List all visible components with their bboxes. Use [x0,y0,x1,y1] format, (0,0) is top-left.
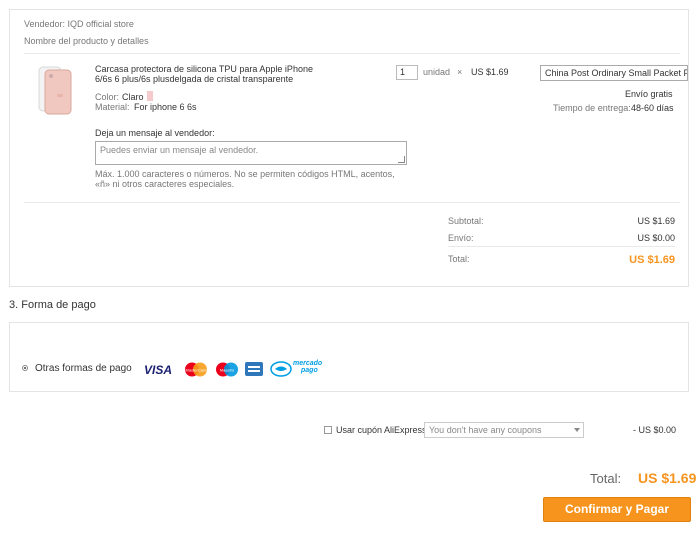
checkbox-icon[interactable] [324,426,332,434]
dropdown-arrow-icon[interactable] [574,428,580,432]
message-hint-line1: Máx. 1.000 caracteres o números. No se p… [95,169,395,179]
payment-section-title: 3. Forma de pago [9,299,96,311]
unit-price: US $1.69 [471,67,509,77]
color-value: Claro [122,92,144,102]
payment-option-label[interactable]: Otras formas de pago [35,363,132,374]
mercadopago-logo: mercado pago [293,360,322,374]
color-swatch [147,91,153,101]
subtotal-value: US $1.69 [637,216,675,226]
coupon-select[interactable]: You don't have any coupons [424,422,584,438]
confirm-and-pay-button[interactable]: Confirmar y Pagar [543,497,691,522]
resize-grip-icon[interactable] [398,156,405,163]
delivery-value: 48-60 días [631,103,674,113]
mercadopago-line1: mercado [293,360,323,367]
product-details-header: Nombre del producto y detalles [24,36,149,46]
mercadopago-line2: pago [301,367,318,374]
times-sign: × [457,67,463,77]
summary-total-value: US $1.69 [638,470,697,486]
shipping-total-label: Envío: [448,233,474,243]
amex-logo [245,362,263,376]
shipping-cost: Envío gratis [625,89,673,99]
summary-total-label: Total: [590,471,622,486]
product-thumbnail[interactable] [35,64,79,116]
unit-label: unidad [423,67,451,77]
material-value: For iphone 6 6s [134,102,197,112]
coupon-label[interactable]: Usar cupón AliExpress [336,425,427,435]
material-label: Material: [95,102,130,112]
visa-logo: VISA [144,363,173,377]
order-total-value: US $1.69 [629,254,675,266]
mercadopago-handshake-icon [270,361,292,377]
shipping-method-select[interactable]: China Post Ordinary Small Packet Plus [540,65,688,81]
total-divider [448,246,675,247]
coupon-select-value: You don't have any coupons [429,425,542,435]
seller-name: Vendedor: IQD official store [24,19,134,29]
totals-divider [24,202,680,203]
order-total-label: Total: [448,254,470,264]
payment-panel [9,322,689,392]
coupon-discount: - US $0.00 [632,425,676,435]
product-title-line2[interactable]: 6/6s 6 plus/6s plusdelgada de cristal tr… [95,74,293,84]
mastercard-logo: MasterCard [184,362,208,377]
header-divider [24,53,680,54]
color-label: Color: [95,92,120,102]
radio-icon[interactable] [22,365,28,371]
shipping-total-value: US $0.00 [637,233,675,243]
product-title-line1[interactable]: Carcasa protectora de silicona TPU para … [95,64,313,74]
maestro-logo-text: Maestro [220,368,235,373]
message-textarea[interactable]: Puedes enviar un mensaje al vendedor. [95,141,407,165]
quantity-input[interactable]: 1 [396,65,418,80]
maestro-logo: Maestro [215,362,239,377]
message-hint-line2: «ñ» ni otros caracteres especiales. [95,179,235,189]
delivery-label: Tiempo de entrega: [553,103,631,113]
subtotal-label: Subtotal: [448,216,484,226]
message-placeholder: Puedes enviar un mensaje al vendedor. [100,145,259,155]
message-label: Deja un mensaje al vendedor: [95,128,215,138]
mastercard-logo-text: MasterCard [186,368,207,373]
